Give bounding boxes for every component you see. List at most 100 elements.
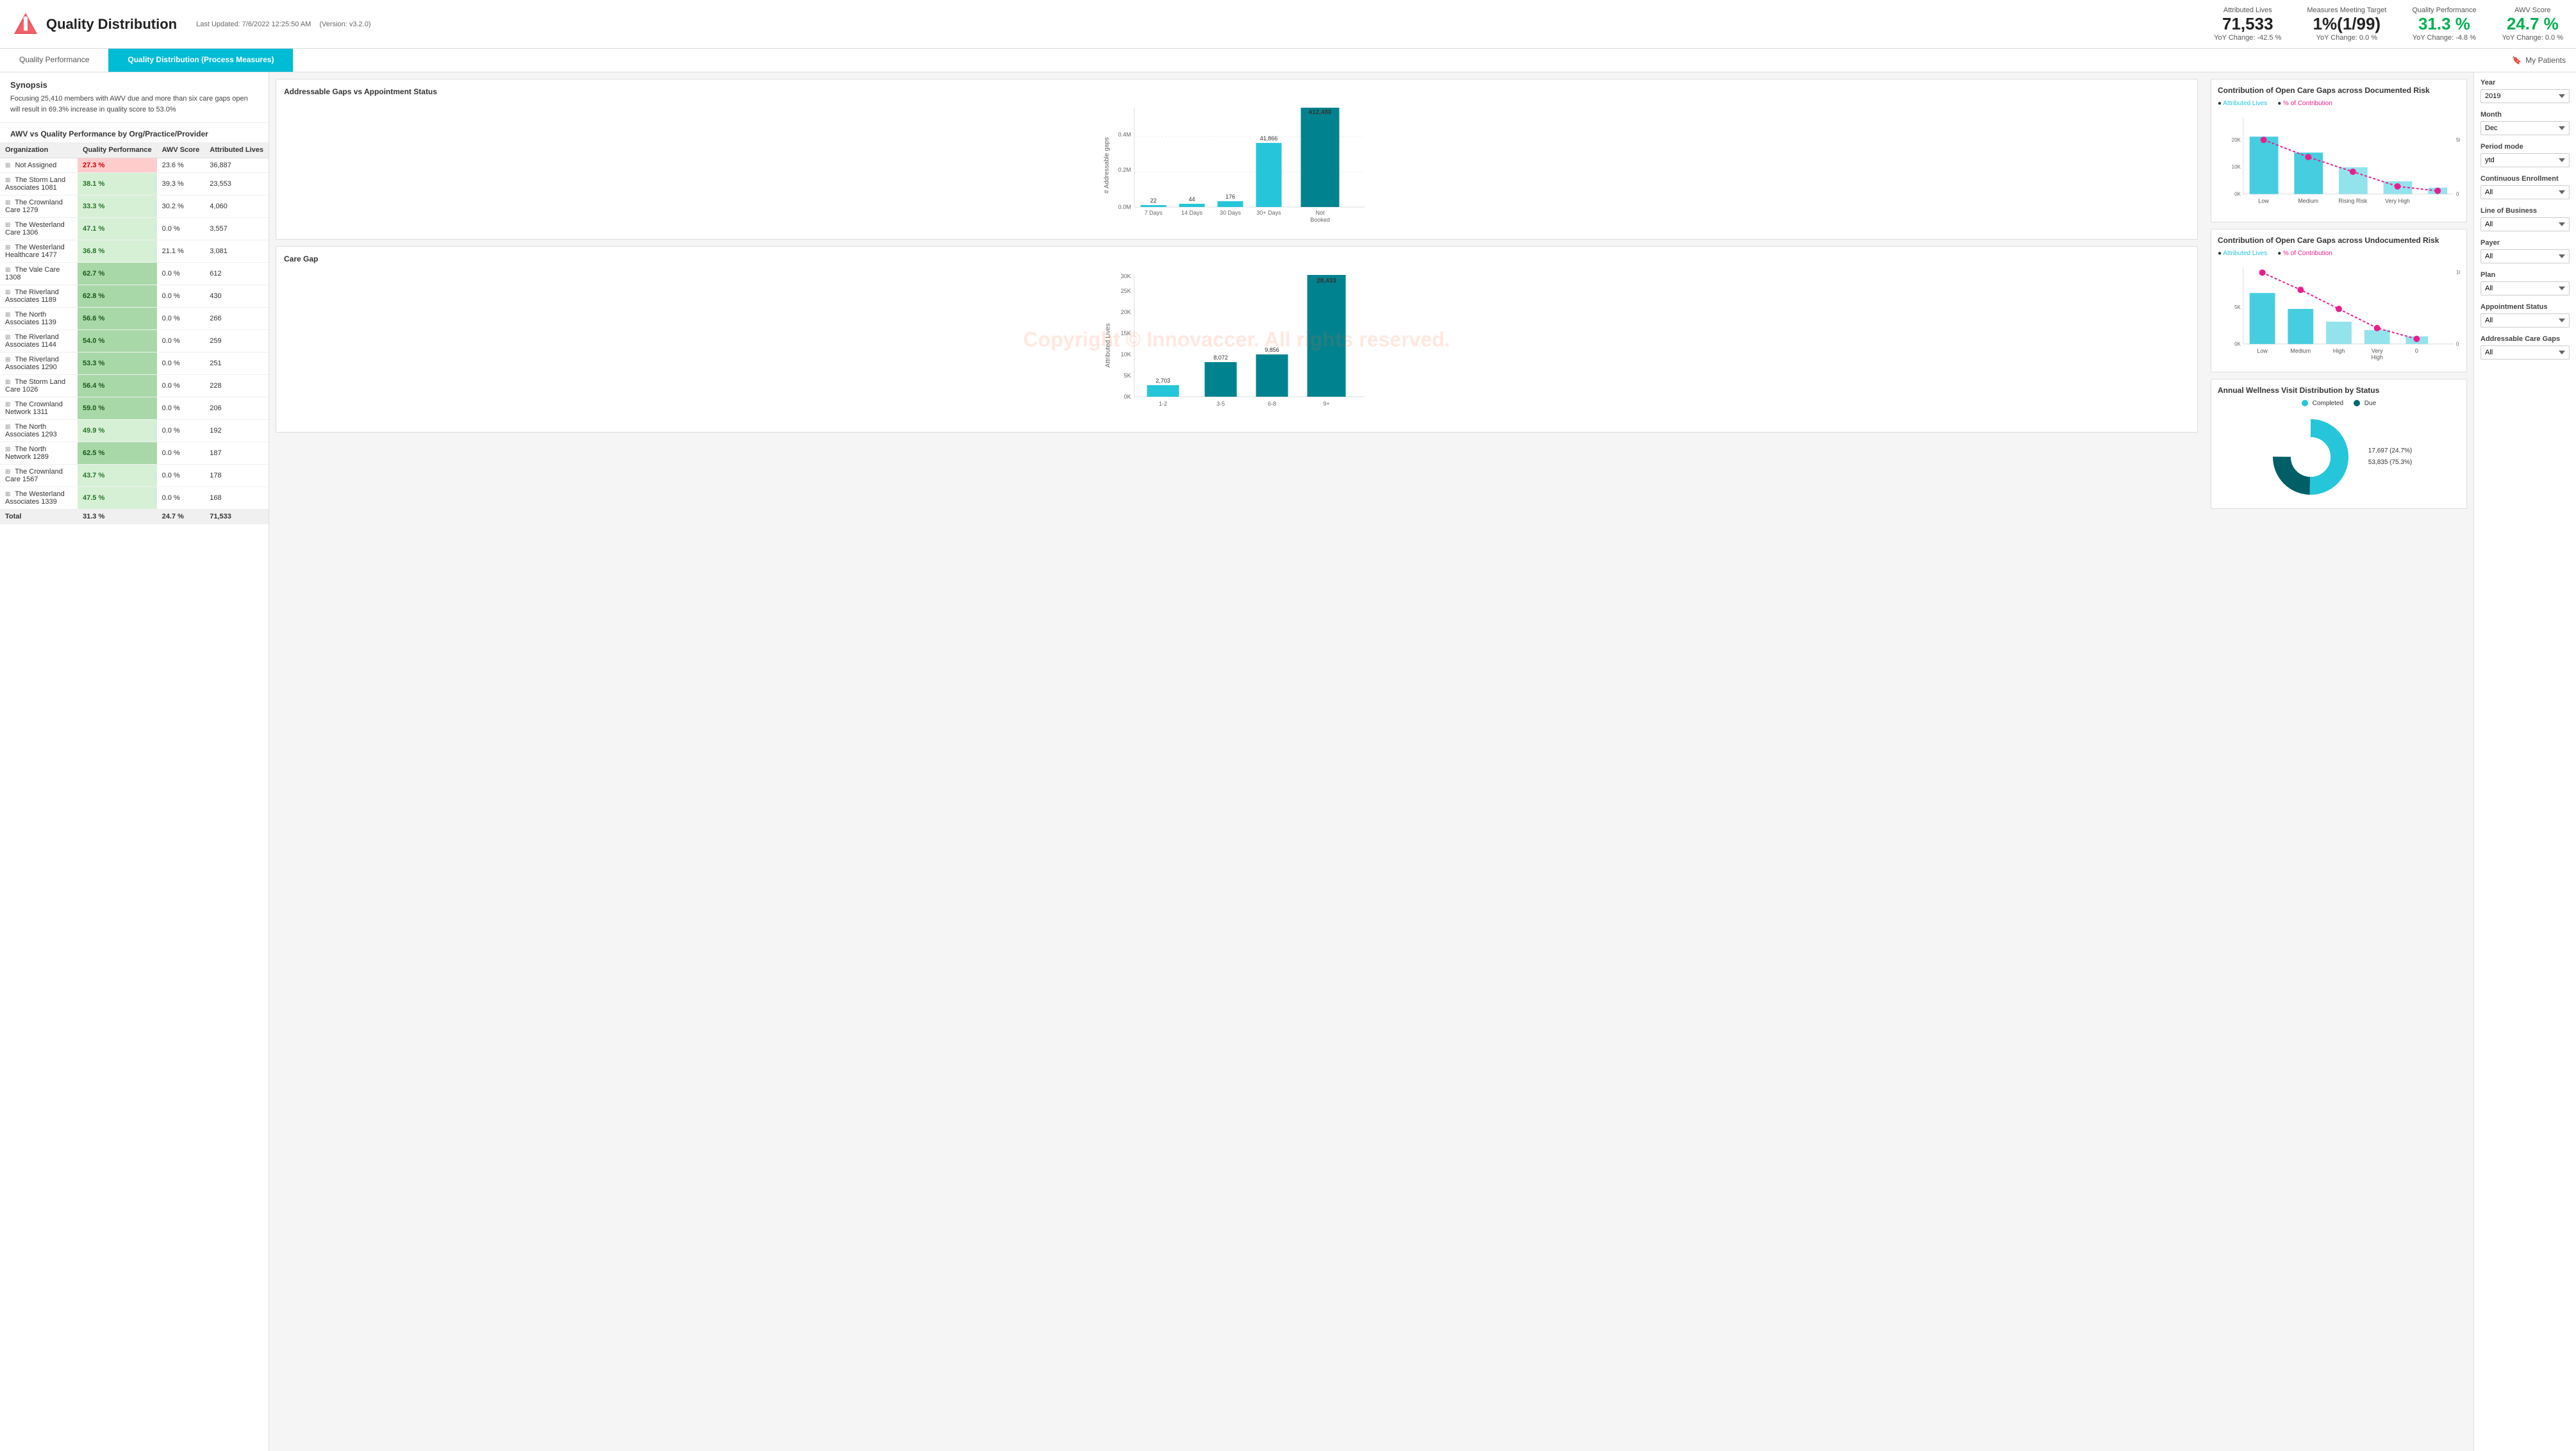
tab-my-patients[interactable]: 🔖 My Patients: [2502, 51, 2576, 70]
table-row[interactable]: ⊞ The Riverland Associates 1290 53.3 % 0…: [0, 352, 269, 375]
filter-ce-select[interactable]: All: [2480, 185, 2570, 199]
filter-month-select[interactable]: Dec: [2480, 121, 2570, 135]
svg-text:8,072: 8,072: [1213, 354, 1228, 361]
lives-value: 71,533: [204, 510, 269, 524]
filter-payer-select[interactable]: All: [2480, 249, 2570, 263]
table-row[interactable]: ⊞ The Crownland Care 1279 33.3 % 30.2 % …: [0, 195, 269, 218]
svg-text:Not: Not: [1315, 210, 1325, 216]
table-row[interactable]: ⊞ The Crownland Care 1567 43.7 % 0.0 % 1…: [0, 465, 269, 487]
table-row[interactable]: ⊞ The Westerland Healthcare 1477 36.8 % …: [0, 240, 269, 263]
tab-quality-distribution[interactable]: Quality Distribution (Process Measures): [108, 49, 293, 72]
right-panel: Contribution of Open Care Gaps across Do…: [2204, 72, 2473, 1451]
documented-risk-title: Contribution of Open Care Gaps across Do…: [2218, 86, 2460, 95]
svg-text:412,480: 412,480: [1308, 109, 1332, 116]
tab-quality-performance[interactable]: Quality Performance: [0, 49, 108, 72]
table-row[interactable]: ⊞ The North Associates 1293 49.9 % 0.0 %…: [0, 420, 269, 442]
legend-due: Due: [2354, 400, 2376, 407]
awv-distribution-title: Annual Wellness Visit Distribution by St…: [2218, 386, 2460, 395]
expand-icon[interactable]: ⊞: [5, 222, 10, 229]
awv-value: 0.0 %: [157, 330, 205, 352]
col-org: Organization: [0, 142, 78, 158]
expand-icon[interactable]: ⊞: [5, 177, 10, 184]
awv-value: 0.0 %: [157, 465, 205, 487]
table-row[interactable]: ⊞ The Storm Land Associates 1081 38.1 % …: [0, 173, 269, 195]
svg-text:50 %: 50 %: [2456, 137, 2460, 143]
table-row[interactable]: Total 31.3 % 24.7 % 71,533: [0, 510, 269, 524]
expand-icon[interactable]: ⊞: [5, 468, 10, 476]
expand-icon[interactable]: ⊞: [5, 424, 10, 431]
legend-pct-contribution: ● % of Contribution: [2277, 100, 2332, 107]
stat-label-0: Attributed Lives: [2214, 6, 2281, 14]
expand-icon[interactable]: ⊞: [5, 199, 10, 206]
expand-icon[interactable]: ⊞: [5, 267, 10, 274]
svg-text:28,433: 28,433: [1317, 278, 1336, 285]
svg-text:25K: 25K: [1120, 288, 1131, 294]
awv-due-label: 17,697 (24.7%): [2368, 445, 2412, 457]
filter-period-label: Period mode: [2480, 143, 2570, 151]
expand-icon[interactable]: ⊞: [5, 162, 10, 169]
legend-attributed-lives: ● Attributed Lives: [2218, 100, 2267, 107]
filter-year: Year 2019: [2480, 79, 2570, 103]
stat-label-3: AWV Score: [2502, 6, 2563, 14]
qp-value: 47.1 %: [78, 218, 157, 240]
lives-value: 3,081: [204, 240, 269, 263]
table-row[interactable]: ⊞ The Vale Care 1308 62.7 % 0.0 % 612: [0, 263, 269, 285]
svg-text:15K: 15K: [1120, 330, 1131, 336]
table-row[interactable]: ⊞ The Westerland Associates 1339 47.5 % …: [0, 487, 269, 510]
org-name: ⊞ The Vale Care 1308: [0, 263, 78, 285]
addressable-gaps-title: Addressable Gaps vs Appointment Status: [284, 87, 2190, 96]
expand-icon[interactable]: ⊞: [5, 401, 10, 408]
lives-value: 206: [204, 397, 269, 420]
awv-value: 21.1 %: [157, 240, 205, 263]
expand-icon[interactable]: ⊞: [5, 356, 10, 363]
expand-icon[interactable]: ⊞: [5, 289, 10, 296]
expand-icon[interactable]: ⊞: [5, 244, 10, 251]
table-row[interactable]: ⊞ The Crownland Network 1311 59.0 % 0.0 …: [0, 397, 269, 420]
filter-year-select[interactable]: 2019: [2480, 89, 2570, 103]
org-name: ⊞ The Crownland Care 1567: [0, 465, 78, 487]
legend-pct-contribution-2: ● % of Contribution: [2277, 250, 2332, 257]
table-row[interactable]: ⊞ The Riverland Associates 1189 62.8 % 0…: [0, 285, 269, 308]
filter-appt-select[interactable]: All: [2480, 313, 2570, 328]
svg-text:High: High: [2371, 354, 2382, 361]
svg-text:0K: 0K: [2234, 192, 2241, 197]
svg-text:41,866: 41,866: [1260, 135, 1278, 142]
filter-line-of-business: Line of Business All: [2480, 207, 2570, 231]
svg-text:0.0M: 0.0M: [1118, 204, 1131, 210]
svg-text:Very: Very: [2372, 348, 2383, 354]
table-row[interactable]: ⊞ Not Assigned 27.3 % 23.6 % 36,887: [0, 158, 269, 173]
lives-value: 36,887: [204, 158, 269, 173]
expand-icon[interactable]: ⊞: [5, 491, 10, 498]
col-lives: Attributed Lives: [204, 142, 269, 158]
expand-icon[interactable]: ⊞: [5, 334, 10, 341]
expand-icon[interactable]: ⊞: [5, 379, 10, 386]
table-row[interactable]: ⊞ The Storm Land Care 1026 56.4 % 0.0 % …: [0, 375, 269, 397]
table-row[interactable]: ⊞ The Westerland Care 1306 47.1 % 0.0 % …: [0, 218, 269, 240]
table-row[interactable]: ⊞ The North Network 1289 62.5 % 0.0 % 18…: [0, 442, 269, 465]
awv-value: 23.6 %: [157, 158, 205, 173]
stat-item-2: Quality Performance 31.3 % YoY Change: -…: [2412, 6, 2476, 42]
table-title: AWV vs Quality Performance by Org/Practi…: [0, 123, 269, 142]
awv-value: 0.0 %: [157, 308, 205, 330]
stat-value-2: 31.3 %: [2412, 14, 2476, 34]
stat-change-1: YoY Change: 0.0 %: [2307, 34, 2386, 42]
qp-value: 31.3 %: [78, 510, 157, 524]
header-stats: Attributed Lives 71,533 YoY Change: -42.…: [2214, 6, 2563, 42]
svg-text:5K: 5K: [2234, 304, 2241, 310]
filter-period-select[interactable]: ytd: [2480, 153, 2570, 167]
svg-text:9,856: 9,856: [1265, 347, 1279, 353]
svg-text:100 %: 100 %: [2456, 269, 2460, 275]
expand-icon[interactable]: ⊞: [5, 446, 10, 453]
table-row[interactable]: ⊞ The North Associates 1139 56.6 % 0.0 %…: [0, 308, 269, 330]
filter-lob-select[interactable]: All: [2480, 217, 2570, 231]
expand-icon[interactable]: ⊞: [5, 311, 10, 319]
table-row[interactable]: ⊞ The Riverland Associates 1144 54.0 % 0…: [0, 330, 269, 352]
filter-continuous-enrollment: Continuous Enrollment All: [2480, 175, 2570, 199]
stat-item-3: AWV Score 24.7 % YoY Change: 0.0 %: [2502, 6, 2563, 42]
qp-value: 53.3 %: [78, 352, 157, 375]
filter-acg-select[interactable]: All: [2480, 345, 2570, 360]
filter-appointment-status: Appointment Status All: [2480, 303, 2570, 328]
qp-value: 47.5 %: [78, 487, 157, 510]
svg-text:9+: 9+: [1323, 401, 1329, 407]
filter-plan-select[interactable]: All: [2480, 281, 2570, 295]
